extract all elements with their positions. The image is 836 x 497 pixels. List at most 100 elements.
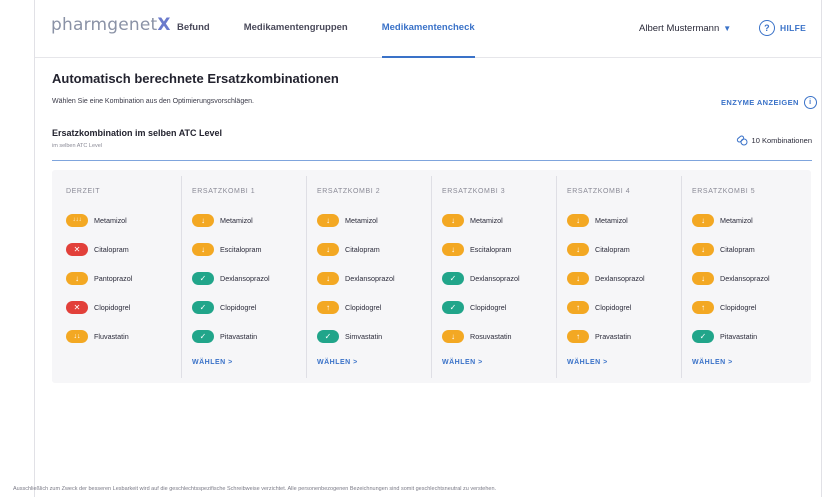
arrow-down-icon: ↓ xyxy=(317,271,339,285)
tab-medikamentengruppen[interactable]: Medikamentengruppen xyxy=(244,0,348,58)
select-combination-button[interactable]: WÄHLEN > xyxy=(192,359,233,366)
drug-row: ✓ Clopidogrel xyxy=(192,300,256,314)
drug-row: ↓ Escitalopram xyxy=(442,242,512,256)
drug-name: Clopidogrel xyxy=(470,302,507,312)
drug-row: ↓ Citalopram xyxy=(692,242,755,256)
user-menu[interactable]: Albert Mustermann ▼ xyxy=(639,23,731,34)
select-combination-button[interactable]: WÄHLEN > xyxy=(442,359,483,366)
arrow-up-icon: ↑ xyxy=(317,300,339,314)
check-icon: ✓ xyxy=(692,329,714,343)
drug-row: ↓ Dexlansoprazol xyxy=(317,271,395,285)
drug-name: Citalopram xyxy=(595,244,630,254)
column-ersatzkombi-3: ERSATZKOMBI 3 ↓ Metamizol ↓ Escitalopram ✓ Dex… xyxy=(431,176,556,378)
arrow-down-icon: ↓ xyxy=(692,242,714,256)
arrow-down-icon: ↓↓↓ xyxy=(66,213,88,227)
top-header: pharmgenetX Befund Medikamentengruppen M… xyxy=(35,0,821,58)
drug-row: ✕ Clopidogrel xyxy=(66,300,130,314)
drug-name: Fluvastatin xyxy=(94,331,129,341)
logo-x: X xyxy=(157,15,171,35)
tab-befund[interactable]: Befund xyxy=(177,0,210,58)
section-title: Ersatzkombination im selben ATC Level xyxy=(52,128,223,138)
arrow-down-icon: ↓ xyxy=(442,329,464,343)
logo-text: pharmgenet xyxy=(51,15,158,35)
drug-row: ✓ Dexlansoprazol xyxy=(192,271,270,285)
select-combination-button[interactable]: WÄHLEN > xyxy=(567,359,608,366)
column-header: DERZEIT xyxy=(66,188,101,195)
tab-medikamentencheck[interactable]: Medikamentencheck xyxy=(381,0,475,58)
drug-name: Metamizol xyxy=(345,215,378,225)
drug-row: ↓ Escitalopram xyxy=(192,242,262,256)
section-header: Ersatzkombination im selben ATC Level im… xyxy=(52,125,812,161)
drug-name: Metamizol xyxy=(720,215,753,225)
check-icon: ✓ xyxy=(192,329,214,343)
drug-name: Dexlansoprazol xyxy=(595,273,645,283)
drug-row: ✓ Dexlansoprazol xyxy=(442,271,520,285)
arrow-down-icon: ↓ xyxy=(692,213,714,227)
drug-row: ✓ Pitavastatin xyxy=(692,329,757,343)
arrow-down-icon: ↓ xyxy=(442,242,464,256)
drug-row: ↑ Clopidogrel xyxy=(567,300,631,314)
combination-table: DERZEIT ↓↓↓ Metamizol ✕ Citalopram ↓ Pantopraz… xyxy=(52,170,811,383)
drug-row: ↓↓ Fluvastatin xyxy=(66,329,129,343)
drug-name: Clopidogrel xyxy=(220,302,257,312)
drug-row: ↓ Metamizol xyxy=(192,213,253,227)
arrow-down-icon: ↓ xyxy=(567,242,589,256)
drug-name: Clopidogrel xyxy=(94,302,131,312)
drug-row: ↑ Clopidogrel xyxy=(692,300,756,314)
drug-name: Citalopram xyxy=(345,244,380,254)
pharmgenetix-logo[interactable]: pharmgenetX xyxy=(51,15,171,35)
drug-name: Clopidogrel xyxy=(720,302,757,312)
drug-row: ↓ Citalopram xyxy=(317,242,380,256)
drug-name: Pitavastatin xyxy=(720,331,758,341)
drug-row: ✓ Pitavastatin xyxy=(192,329,257,343)
combination-count: 10 Kombinationen xyxy=(736,134,812,146)
drug-row: ↑ Pravastatin xyxy=(567,329,631,343)
drug-name: Pitavastatin xyxy=(220,331,258,341)
select-combination-button[interactable]: WÄHLEN > xyxy=(692,359,733,366)
arrow-down-icon: ↓ xyxy=(192,213,214,227)
check-icon: ✓ xyxy=(192,300,214,314)
drug-row: ↓ Pantoprazol xyxy=(66,271,132,285)
column-ersatzkombi-5: ERSATZKOMBI 5 ↓ Metamizol ↓ Citalopram ↓ Dexla… xyxy=(681,176,806,378)
drug-row: ↓ Metamizol xyxy=(442,213,503,227)
question-mark-icon: ? xyxy=(759,20,775,36)
arrow-up-icon: ↑ xyxy=(692,300,714,314)
column-header: ERSATZKOMBI 1 xyxy=(192,188,256,195)
help-button[interactable]: ? HILFE xyxy=(759,20,806,36)
select-combination-button[interactable]: WÄHLEN > xyxy=(317,359,358,366)
column-header: ERSATZKOMBI 2 xyxy=(317,188,381,195)
drug-name: Rosuvastatin xyxy=(470,331,512,341)
page-subtitle: Wählen Sie eine Kombination aus den Opti… xyxy=(52,98,254,105)
drug-name: Clopidogrel xyxy=(595,302,632,312)
arrow-down-icon: ↓↓ xyxy=(66,329,88,343)
drug-name: Citalopram xyxy=(94,244,129,254)
arrow-down-icon: ↓ xyxy=(317,242,339,256)
arrow-down-icon: ↓ xyxy=(66,271,88,285)
drug-row: ✓ Clopidogrel xyxy=(442,300,506,314)
help-label: HILFE xyxy=(780,23,807,33)
check-icon: ✓ xyxy=(317,329,339,343)
drug-row: ↓ Metamizol xyxy=(317,213,378,227)
drug-name: Clopidogrel xyxy=(345,302,382,312)
check-icon: ✓ xyxy=(192,271,214,285)
arrow-up-icon: ↑ xyxy=(567,300,589,314)
drug-row: ↓ Dexlansoprazol xyxy=(567,271,645,285)
drug-name: Dexlansoprazol xyxy=(720,273,770,283)
app-frame: pharmgenetX Befund Medikamentengruppen M… xyxy=(34,0,822,497)
drug-name: Escitalopram xyxy=(220,244,262,254)
drug-row: ↓ Metamizol xyxy=(567,213,628,227)
column-ersatzkombi-2: ERSATZKOMBI 2 ↓ Metamizol ↓ Citalopram ↓ Dexla… xyxy=(306,176,431,378)
drug-row: ↓ Citalopram xyxy=(567,242,630,256)
show-enzymes-button[interactable]: ENZYME ANZEIGEN i xyxy=(721,96,817,109)
pills-icon xyxy=(736,135,748,146)
drug-name: Escitalopram xyxy=(470,244,512,254)
arrow-down-icon: ↓ xyxy=(317,213,339,227)
drug-row: ↓ Rosuvastatin xyxy=(442,329,512,343)
arrow-down-icon: ↓ xyxy=(692,271,714,285)
drug-name: Metamizol xyxy=(220,215,253,225)
section-subtitle: im selben ATC Level xyxy=(52,143,103,149)
arrow-down-icon: ↓ xyxy=(567,271,589,285)
drug-name: Dexlansoprazol xyxy=(470,273,520,283)
check-icon: ✓ xyxy=(442,271,464,285)
combination-count-label: 10 Kombinationen xyxy=(751,135,812,145)
